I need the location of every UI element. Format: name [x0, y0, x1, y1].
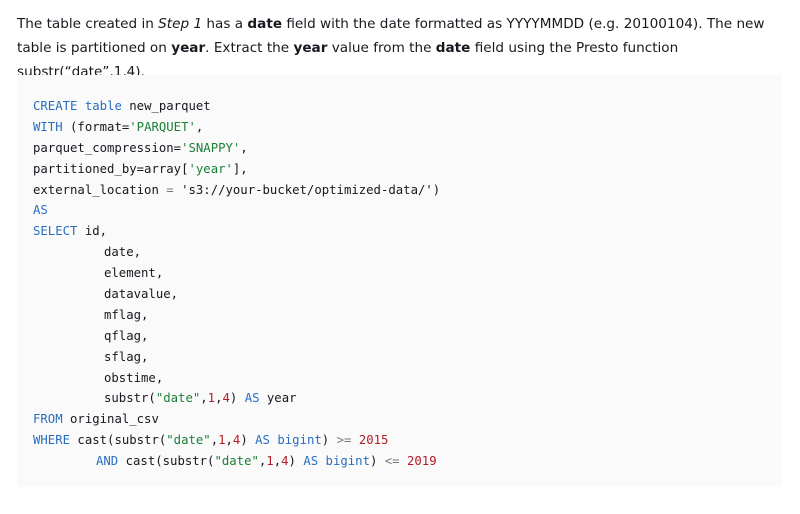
number-2015: 2015 — [358, 433, 389, 448]
code-line-col-datavalue: datavalue, — [33, 284, 782, 305]
bigint-keyword: bigint — [325, 454, 370, 469]
gte-operator: >= — [336, 433, 352, 448]
column-date: date, — [104, 245, 142, 260]
code-line-create: CREATE table new_parquet — [33, 96, 782, 117]
year-alias: year — [259, 391, 297, 406]
column-sflag: sflag, — [104, 349, 149, 364]
code-line-col-obstime: obstime, — [33, 368, 782, 389]
as-keyword: AS — [255, 433, 270, 448]
partition-key: partitioned_by=array[ — [33, 161, 189, 176]
partition-close: ], — [232, 161, 248, 176]
table-name: new_parquet — [121, 99, 211, 113]
date-term-2: date — [435, 40, 471, 56]
code-line-col-mflag: mflag, — [33, 305, 782, 326]
select-keyword: SELECT — [33, 224, 78, 239]
and-keyword: AND — [96, 454, 119, 469]
intro-text-7: . Extract the — [205, 40, 294, 56]
code-line-col-sflag: sflag, — [33, 347, 782, 368]
year-term: year — [171, 40, 206, 56]
number-4: 4 — [281, 454, 289, 469]
select-rest: id, — [77, 224, 108, 239]
column-obstime: obstime, — [104, 370, 164, 385]
column-datavalue: datavalue, — [104, 287, 179, 302]
with-keyword: WITH — [33, 119, 63, 134]
code-line-substr: substr("date",1,4) AS year — [33, 388, 782, 409]
code-line-and: AND cast(substr("date",1,4) AS bigint) <… — [33, 451, 782, 472]
paren-close: ) — [369, 454, 385, 469]
location-key: external_location — [33, 182, 167, 197]
code-line-col-date: date, — [33, 242, 782, 263]
paren-close: ) — [288, 454, 304, 469]
as-keyword: AS — [303, 454, 319, 469]
partition-value: 'year' — [188, 161, 233, 176]
number-4: 4 — [222, 391, 230, 406]
year-term-2: year — [293, 40, 328, 56]
format-open: (format= — [62, 119, 130, 134]
date-string: "date" — [166, 433, 211, 448]
code-line-with: WITH (format='PARQUET', — [33, 117, 782, 138]
date-string: "date" — [155, 391, 201, 406]
code-line-col-element: element, — [33, 263, 782, 284]
format-value: 'PARQUET' — [129, 119, 196, 134]
paren-close: ) — [321, 433, 337, 448]
code-line-where: WHERE cast(substr("date",1,4) AS bigint)… — [33, 430, 782, 451]
comma: , — [225, 433, 233, 448]
bigint-keyword: bigint — [277, 433, 322, 448]
intro-text-3: has a — [202, 16, 248, 32]
number-2019: 2019 — [407, 454, 437, 469]
code-line-compression: parquet_compression='SNAPPY', — [33, 138, 782, 159]
equals-operator: = — [166, 182, 174, 197]
compression-value: 'SNAPPY' — [181, 140, 241, 155]
intro-paragraph: The table created in Step 1 has a date f… — [17, 12, 783, 84]
sql-code-block[interactable]: CREATE table new_parquet WITH (format='P… — [17, 75, 782, 487]
cast-open: cast(substr( — [70, 433, 167, 448]
number-1: 1 — [266, 454, 274, 469]
paren-close: ) — [229, 391, 245, 406]
comma: , — [210, 433, 219, 448]
column-qflag: qflag, — [104, 328, 149, 343]
as-keyword: AS — [33, 203, 48, 218]
table-keyword: table — [84, 99, 122, 113]
column-mflag: mflag, — [104, 307, 149, 322]
where-keyword: WHERE — [33, 433, 71, 448]
code-line-from: FROM original_csv — [33, 409, 782, 430]
comma: , — [273, 454, 282, 469]
from-keyword: FROM — [33, 412, 63, 427]
comma: , — [200, 391, 208, 406]
substr-function: substr( — [104, 391, 156, 406]
location-value: 's3://your-bucket/optimized-data/') — [173, 182, 441, 197]
code-line-as: AS — [33, 200, 782, 221]
number-1: 1 — [207, 391, 216, 406]
column-element: element, — [104, 266, 164, 281]
intro-text-1: The table created in — [17, 16, 159, 32]
date-term: date — [247, 16, 283, 32]
code-line-col-qflag: qflag, — [33, 326, 782, 347]
code-line-partition: partitioned_by=array['year'], — [33, 159, 782, 180]
paren-close: ) — [240, 433, 256, 448]
intro-text-9: value from the — [327, 40, 436, 56]
step-reference: Step 1 — [158, 16, 203, 32]
comma: , — [240, 140, 248, 155]
comma: , — [195, 119, 204, 134]
as-keyword: AS — [244, 391, 260, 406]
compression-key: parquet_compression= — [33, 140, 182, 155]
number-1: 1 — [218, 433, 226, 448]
date-string: "date" — [214, 454, 259, 469]
from-rest: original_csv — [62, 412, 159, 427]
cast-open: cast(substr( — [118, 454, 215, 469]
create-keyword: CREATE — [33, 99, 78, 113]
code-line-select: SELECT id, — [33, 221, 782, 242]
code-line-location: external_location = 's3://your-bucket/op… — [33, 180, 782, 201]
lte-operator: <= — [384, 454, 400, 469]
